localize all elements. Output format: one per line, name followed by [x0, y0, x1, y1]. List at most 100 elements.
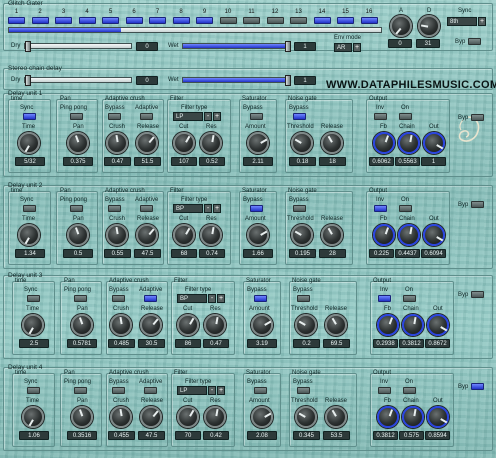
- time-knob[interactable]: [22, 406, 44, 428]
- chain-knob[interactable]: [398, 224, 420, 246]
- time-knob[interactable]: [18, 132, 40, 154]
- cut-knob[interactable]: [173, 132, 195, 154]
- glitch-dry-slider[interactable]: [24, 41, 132, 52]
- on-toggle[interactable]: [403, 295, 416, 302]
- crush-release-knob[interactable]: [136, 132, 158, 154]
- threshold-knob[interactable]: [291, 132, 313, 154]
- crush-release-knob[interactable]: [140, 406, 162, 428]
- time-sync-toggle[interactable]: [27, 295, 40, 302]
- gate-bypass-toggle[interactable]: [293, 113, 306, 120]
- out-knob[interactable]: [427, 314, 449, 336]
- adaptive-toggle[interactable]: [144, 295, 157, 302]
- time-knob[interactable]: [22, 314, 44, 336]
- step-button-9[interactable]: [196, 17, 213, 24]
- glitch-dry-thumb[interactable]: [25, 41, 31, 52]
- res-knob[interactable]: [204, 406, 226, 428]
- step-button-7[interactable]: [149, 17, 166, 24]
- step-button-15[interactable]: [337, 17, 354, 24]
- amount-knob[interactable]: [251, 314, 273, 336]
- on-toggle[interactable]: [403, 387, 416, 394]
- gate-bypass-toggle[interactable]: [293, 205, 306, 212]
- env-mode-dropdown[interactable]: AR: [334, 43, 352, 52]
- step-button-1[interactable]: [8, 17, 25, 24]
- filter-type-increment-button[interactable]: +: [213, 204, 221, 213]
- gate-release-knob[interactable]: [321, 224, 343, 246]
- step-button-5[interactable]: [102, 17, 119, 24]
- step-level-track[interactable]: [8, 27, 382, 33]
- crush-bypass-toggle[interactable]: [108, 113, 121, 120]
- time-sync-toggle[interactable]: [23, 113, 36, 120]
- crush-knob[interactable]: [110, 314, 132, 336]
- step-button-8[interactable]: [172, 17, 190, 24]
- filter-type-decrement-button[interactable]: -: [208, 386, 216, 395]
- stereo-dry-slider[interactable]: [24, 75, 132, 86]
- filter-type-increment-button[interactable]: +: [217, 386, 225, 395]
- threshold-knob[interactable]: [291, 224, 313, 246]
- pan-knob[interactable]: [67, 224, 89, 246]
- fb-knob[interactable]: [373, 224, 395, 246]
- res-knob[interactable]: [204, 314, 226, 336]
- ping-pong-toggle[interactable]: [70, 205, 83, 212]
- unit-bypass-toggle[interactable]: [471, 201, 484, 208]
- step-button-10[interactable]: [219, 17, 237, 24]
- filter-type-decrement-button[interactable]: -: [208, 294, 216, 303]
- adaptive-toggle[interactable]: [144, 387, 157, 394]
- ping-pong-toggle[interactable]: [70, 113, 83, 120]
- res-knob[interactable]: [200, 224, 222, 246]
- crush-bypass-toggle[interactable]: [108, 205, 121, 212]
- fb-knob[interactable]: [377, 314, 399, 336]
- pan-knob[interactable]: [71, 314, 93, 336]
- ping-pong-toggle[interactable]: [74, 387, 87, 394]
- out-knob[interactable]: [423, 132, 445, 154]
- gate-release-knob[interactable]: [325, 406, 347, 428]
- unit-bypass-toggle[interactable]: [471, 291, 484, 298]
- amount-knob[interactable]: [247, 224, 269, 246]
- glitch-bypass-toggle[interactable]: [468, 38, 481, 45]
- time-knob[interactable]: [18, 224, 40, 246]
- filter-type-decrement-button[interactable]: -: [204, 204, 212, 213]
- cut-knob[interactable]: [173, 224, 195, 246]
- attack-knob[interactable]: [390, 15, 412, 37]
- decay-knob[interactable]: [418, 15, 440, 37]
- chain-knob[interactable]: [402, 314, 424, 336]
- step-button-14[interactable]: [313, 17, 331, 24]
- env-mode-increment-button[interactable]: +: [353, 43, 361, 52]
- stereo-wet-slider[interactable]: [182, 75, 291, 86]
- unit-bypass-toggle[interactable]: [471, 114, 484, 121]
- filter-type-decrement-button[interactable]: -: [204, 112, 212, 121]
- crush-release-knob[interactable]: [140, 314, 162, 336]
- on-toggle[interactable]: [399, 113, 412, 120]
- inv-toggle[interactable]: [374, 205, 387, 212]
- step-button-2[interactable]: [31, 17, 49, 24]
- sync-dropdown[interactable]: 8th: [447, 17, 477, 26]
- filter-type-dropdown[interactable]: BP: [177, 294, 207, 303]
- filter-type-increment-button[interactable]: +: [217, 294, 225, 303]
- step-button-13[interactable]: [290, 17, 307, 24]
- crush-bypass-toggle[interactable]: [112, 295, 125, 302]
- filter-type-dropdown[interactable]: LP: [173, 112, 203, 121]
- pan-knob[interactable]: [71, 406, 93, 428]
- sync-increment-button[interactable]: +: [478, 17, 486, 26]
- glitch-wet-thumb[interactable]: [285, 41, 291, 52]
- stereo-dry-thumb[interactable]: [25, 75, 31, 86]
- on-toggle[interactable]: [399, 205, 412, 212]
- res-knob[interactable]: [200, 132, 222, 154]
- amount-knob[interactable]: [251, 406, 273, 428]
- inv-toggle[interactable]: [374, 113, 387, 120]
- chain-knob[interactable]: [398, 132, 420, 154]
- saturator-bypass-toggle[interactable]: [250, 205, 263, 212]
- inv-toggle[interactable]: [378, 387, 391, 394]
- step-button-3[interactable]: [55, 17, 72, 24]
- time-sync-toggle[interactable]: [23, 205, 36, 212]
- crush-knob[interactable]: [110, 406, 132, 428]
- crush-knob[interactable]: [106, 224, 128, 246]
- crush-release-knob[interactable]: [136, 224, 158, 246]
- filter-type-dropdown[interactable]: LP: [177, 386, 207, 395]
- step-button-11[interactable]: [243, 17, 260, 24]
- filter-type-dropdown[interactable]: BP: [173, 204, 203, 213]
- chain-knob[interactable]: [402, 406, 424, 428]
- inv-toggle[interactable]: [378, 295, 391, 302]
- step-button-16[interactable]: [360, 17, 378, 24]
- gate-release-knob[interactable]: [321, 132, 343, 154]
- cut-knob[interactable]: [177, 314, 199, 336]
